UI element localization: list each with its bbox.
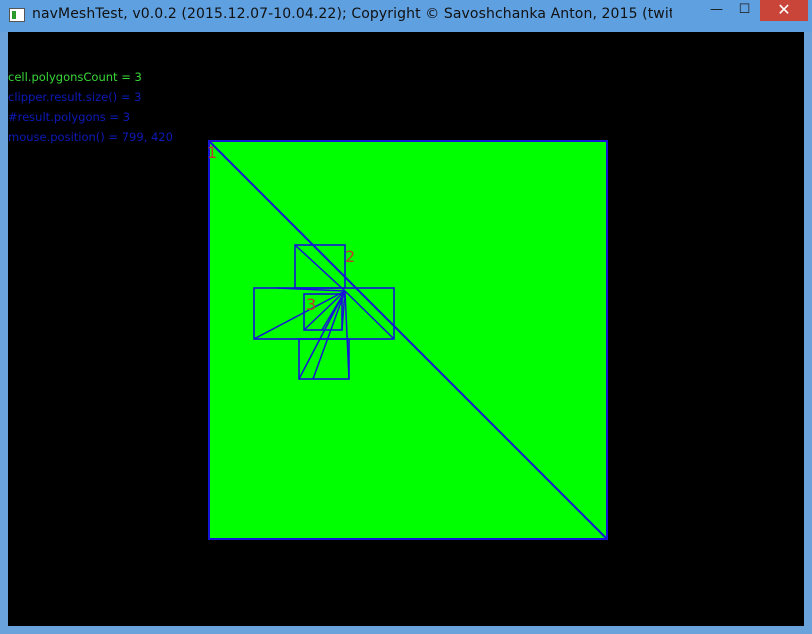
close-button[interactable]: ✕ — [760, 0, 808, 21]
app-window: navMeshTest, v0.0.2 (2015.12.07-10.04.22… — [0, 0, 812, 634]
minimize-button[interactable]: — — [703, 0, 730, 21]
polygon-label-3: 3 — [306, 295, 316, 314]
maximize-button[interactable]: ☐ — [731, 0, 758, 21]
navmesh-scene: 1 2 3 — [207, 140, 608, 540]
render-canvas[interactable]: cell.polygonsCount = 3 clipper.result.si… — [8, 32, 804, 626]
app-window-icon — [9, 8, 25, 22]
window-title: navMeshTest, v0.0.2 (2015.12.07-10.04.22… — [32, 6, 672, 22]
polygon-label-1: 1 — [207, 143, 217, 162]
title-bar[interactable]: navMeshTest, v0.0.2 (2015.12.07-10.04.22… — [0, 0, 812, 32]
polygon-label-2: 2 — [345, 247, 355, 266]
